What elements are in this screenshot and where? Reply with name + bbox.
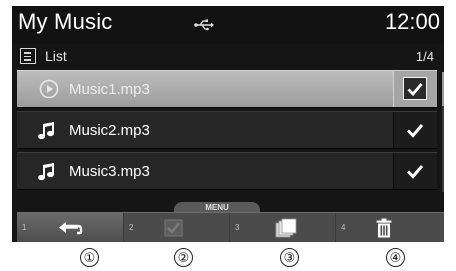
check-icon <box>164 219 183 237</box>
list-icon <box>20 48 36 64</box>
scrollbar-thumb[interactable] <box>442 72 444 106</box>
track-row[interactable]: Music3.mp3 <box>17 152 437 190</box>
menu-number: 3 <box>235 223 240 232</box>
select-button[interactable]: 2 <box>124 213 230 242</box>
track-row[interactable]: Music1.mp3 <box>17 70 437 108</box>
copy-icon <box>275 218 297 238</box>
delete-button[interactable]: 4 <box>336 213 444 242</box>
callout-4: ④ <box>386 248 405 267</box>
title-bar: My Music 12:00 <box>12 6 444 44</box>
usb-icon <box>194 18 214 31</box>
track-row[interactable]: Music2.mp3 <box>17 111 437 149</box>
music-screen: My Music 12:00 List 1/4 Music1.mp3 Music… <box>12 6 444 242</box>
copy-button[interactable]: 3 <box>230 213 336 242</box>
callout-2: ② <box>174 248 193 267</box>
menu-number: 4 <box>341 223 346 232</box>
track-checkbox[interactable] <box>393 153 437 189</box>
back-button[interactable]: 1 <box>17 213 124 242</box>
page-title: My Music <box>18 9 113 34</box>
list-header: List 1/4 <box>12 44 444 68</box>
track-name: Music2.mp3 <box>69 122 150 139</box>
callout-1: ① <box>80 248 99 267</box>
track-checkbox[interactable] <box>393 71 437 107</box>
trash-icon <box>376 218 392 238</box>
check-icon <box>407 83 423 96</box>
track-name: Music1.mp3 <box>69 81 150 98</box>
menu-number: 1 <box>22 223 27 232</box>
check-icon <box>406 165 424 179</box>
check-icon <box>406 124 424 138</box>
page-indicator: 1/4 <box>415 49 434 64</box>
clock: 12:00 <box>384 9 440 34</box>
back-arrow-icon <box>59 222 83 235</box>
music-note-icon <box>37 121 57 141</box>
menu-bar: 1 2 3 4 <box>17 212 444 242</box>
track-name: Music3.mp3 <box>69 163 150 180</box>
scrollbar[interactable] <box>442 72 444 192</box>
menu-number: 2 <box>129 223 134 232</box>
callout-3: ③ <box>280 248 299 267</box>
play-circle-icon <box>39 79 59 99</box>
list-label: List <box>45 48 67 64</box>
checkbox-frame <box>403 77 427 100</box>
music-note-icon <box>37 162 57 182</box>
track-checkbox[interactable] <box>393 112 437 148</box>
